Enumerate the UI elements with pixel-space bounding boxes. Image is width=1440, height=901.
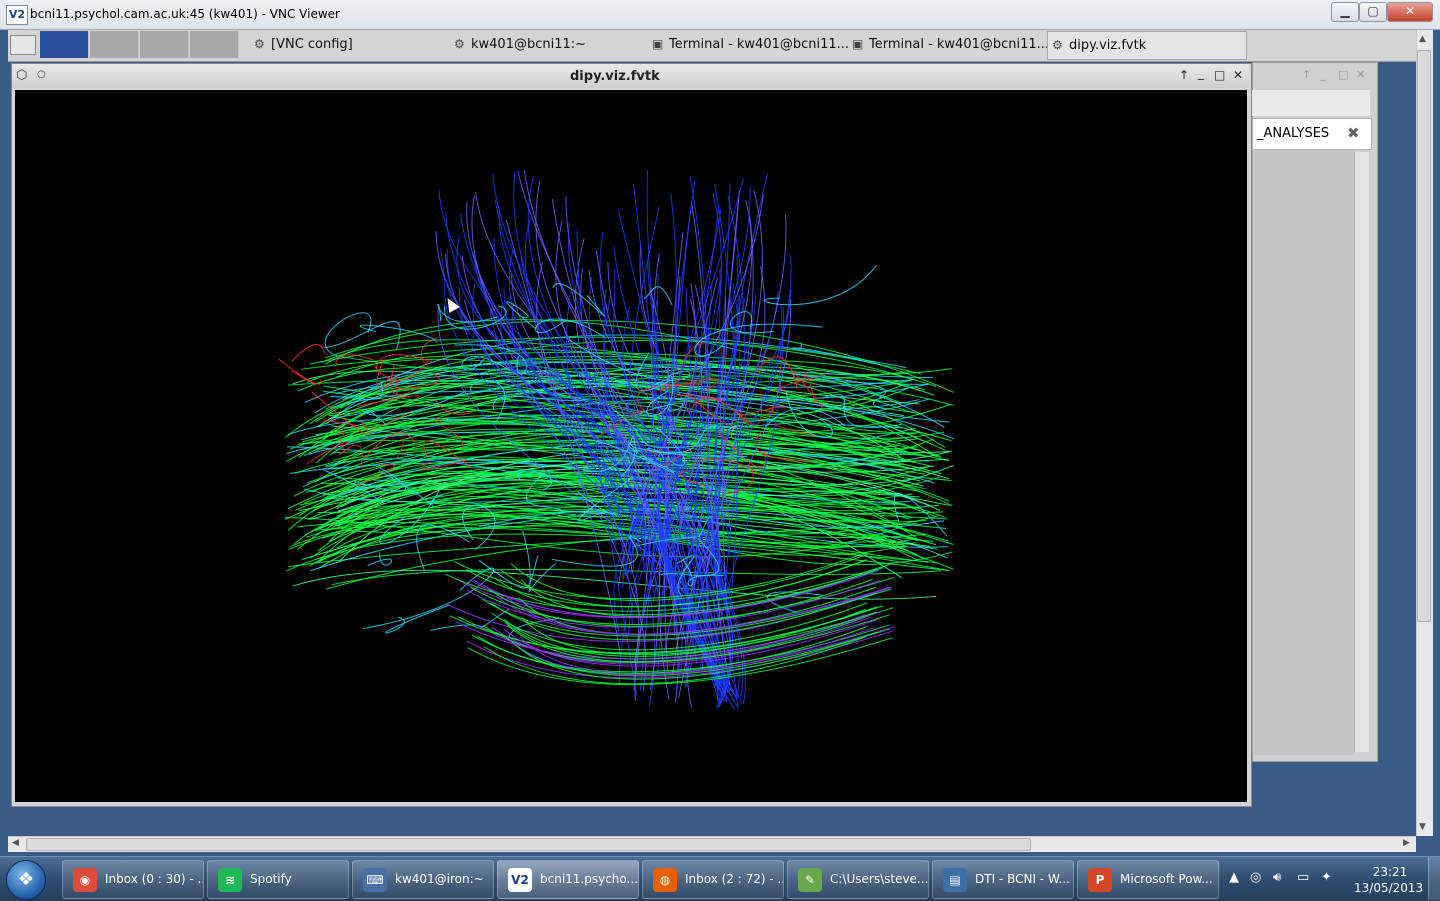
workspace-3-button[interactable] [140,31,189,58]
gear-icon: ⚙ [1052,38,1063,52]
vnc-vertical-scroll-thumb[interactable] [1417,50,1431,622]
task-label: dipy.viz.fvtk [1069,38,1147,53]
fiber-tract [362,567,495,630]
vnc-app-icon[interactable]: V2 [6,5,28,25]
bg-toolbar [1252,90,1370,116]
show-desktop-icon[interactable] [10,35,36,55]
gear-icon: ⚙ [254,37,265,51]
terminal-icon: ▣ [852,37,864,51]
taskbar-chrome[interactable]: ◉ Inbox (0 : 30) - ... [62,860,204,899]
taskbar-notepad[interactable]: ✎ C:\Users\steve... [787,860,929,899]
bg-scrollbar[interactable] [1354,152,1369,752]
task-label: [VNC config] [271,37,353,52]
workspace-1-button[interactable] [40,31,89,58]
raise-icon[interactable]: ↑ [1179,68,1189,82]
bg-minimize-icon[interactable]: _ [1320,68,1326,81]
taskbar-label: Spotify [250,872,292,886]
gear-icon: ⚙ [454,37,465,51]
taskbar-powerpoint[interactable]: P Microsoft Pow... [1077,860,1219,899]
scroll-down-icon[interactable]: ▼ [1419,822,1426,832]
vnc-minimize-button[interactable]: ▁ [1331,2,1359,22]
show-desktop-button[interactable] [1428,857,1440,900]
tray-app-icon[interactable]: ◎ [1250,870,1261,885]
spotify-icon: ≋ [218,867,242,892]
fiber-tract [506,301,536,329]
fiber-tract [324,312,372,357]
workspace-2-button[interactable] [90,31,139,58]
close-icon[interactable]: ✕ [1233,68,1243,82]
remote-task-vnc-config[interactable]: ⚙ [VNC config] [250,31,444,58]
remote-task-terminal-1[interactable]: ▣ Terminal - kw401@bcni11... [648,31,848,58]
dropbox-icon[interactable]: ✦ [1321,870,1332,885]
taskbar-label: Inbox (2 : 72) - ... [685,872,784,886]
taskbar-remote-desktop[interactable]: ▤ DTI - BCNI - W... [932,860,1074,899]
remote-task-terminal-2[interactable]: ▣ Terminal - kw401@bcni11... [848,31,1048,58]
task-label: Terminal - kw401@bcni11... [669,37,848,52]
bg-content-area [1254,150,1354,755]
bg-close-icon[interactable]: ✕ [1356,68,1365,81]
scroll-up-icon[interactable]: ▲ [1419,34,1426,44]
task-label: kw401@bcni11:~ [471,37,587,52]
remote-desktop-icon: ▤ [943,867,967,892]
fiber-tract [367,552,393,567]
clock-date[interactable]: 13/05/2013 [1354,881,1423,895]
remote-task-kw401[interactable]: ⚙ kw401@bcni11:~ [450,31,644,58]
start-button[interactable]: ❖ [6,860,46,900]
tray-expand-icon[interactable]: ▲ [1229,870,1239,885]
vnc-window-title: bcni11.psychol.cam.ac.uk:45 (kw401) - VN… [30,7,340,21]
taskbar-vnc[interactable]: V2 bcni11.psycho... [497,860,639,899]
fiber-tract [359,324,438,343]
bg-raise-icon[interactable]: ↑ [1302,68,1311,81]
taskbar-label: C:\Users\steve... [830,872,929,886]
bg-maximize-icon[interactable]: □ [1338,68,1348,81]
bg-tab-label: _ANALYSES [1257,126,1330,141]
taskbar-label: Microsoft Pow... [1120,872,1213,886]
fiber-tract [430,608,510,631]
network-icon[interactable]: ▭ [1297,870,1309,885]
fiber-tract [291,344,325,362]
vnc-icon: V2 [508,867,532,892]
vnc-horizontal-scroll-thumb[interactable] [26,838,1031,851]
remote-task-dipy[interactable]: ⚙ dipy.viz.fvtk [1047,31,1247,60]
taskbar-label: DTI - BCNI - W... [975,872,1070,886]
chrome-icon: ◉ [73,867,97,892]
task-label: Terminal - kw401@bcni11... [869,37,1048,52]
window-menu-icon[interactable]: ⬡ [16,68,27,83]
vnc-maximize-button[interactable]: ▢ [1359,2,1387,22]
taskbar-label: bcni11.psycho... [540,872,638,886]
sticky-icon[interactable]: ○ [37,69,46,80]
powerpoint-icon: P [1088,867,1112,892]
putty-icon: ⌨ [363,867,387,892]
volume-icon[interactable]: 🔊︎ [1273,870,1281,885]
scroll-left-icon[interactable]: ◀ [12,838,19,848]
dipy-window-title: dipy.viz.fvtk [570,69,660,84]
terminal-icon: ▣ [652,37,664,51]
taskbar-spotify[interactable]: ≋ Spotify [207,860,349,899]
vnc-close-button[interactable]: ✕ [1387,2,1433,22]
clock-time[interactable]: 23:21 [1370,865,1410,879]
workspace-4-button[interactable] [190,31,239,58]
minimize-icon[interactable]: _ [1198,66,1204,80]
fvtk-render-viewport[interactable] [15,90,1247,802]
taskbar-putty[interactable]: ⌨ kw401@iron:~ [352,860,494,899]
bg-tab-close-icon[interactable]: ✖ [1347,124,1360,142]
maximize-icon[interactable]: □ [1214,68,1225,82]
taskbar-label: kw401@iron:~ [395,872,484,886]
taskbar-label: Inbox (0 : 30) - ... [105,872,204,886]
firefox-icon: ◍ [653,867,677,892]
tractography-render [278,169,955,710]
scroll-right-icon[interactable]: ▶ [1403,838,1410,848]
notepad-icon: ✎ [798,867,822,892]
taskbar-firefox[interactable]: ◍ Inbox (2 : 72) - ... [642,860,784,899]
